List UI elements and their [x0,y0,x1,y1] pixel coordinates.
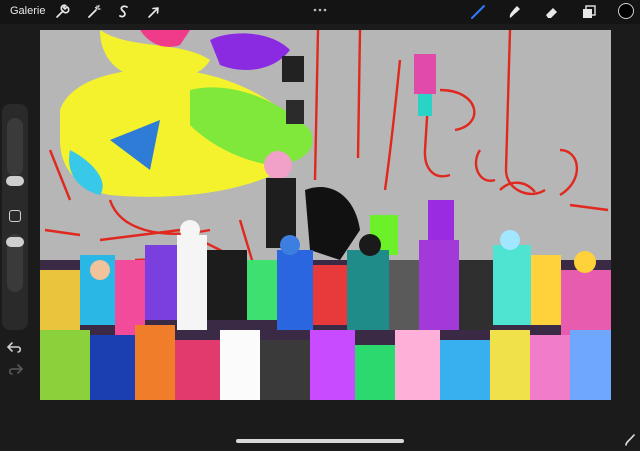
brush-icon[interactable] [470,4,486,20]
opacity-thumb[interactable] [6,237,24,247]
brush-size-thumb[interactable] [6,176,24,186]
square-icon[interactable] [9,210,21,222]
eraser-icon[interactable] [544,4,560,20]
left-sidebar [2,104,28,375]
layers-icon[interactable] [581,4,597,20]
magic-wand-icon[interactable] [86,4,102,20]
undo-arrow-icon[interactable] [6,340,24,354]
smudge-icon[interactable] [506,4,522,20]
drawing-canvas[interactable] [40,30,611,400]
quickmenu-brush-icon[interactable] [624,433,636,446]
color-picker-button[interactable] [618,3,634,19]
arrow-cursor-icon[interactable] [146,4,162,20]
home-indicator [236,439,404,443]
brush-size-slider[interactable] [7,118,23,176]
selection-s-icon[interactable] [116,4,132,20]
gallery-button[interactable]: Galerie [10,5,45,17]
top-toolbar: Galerie [0,0,640,24]
more-dots-icon[interactable] [312,2,328,12]
artwork [40,30,611,400]
purple-creature-hair [210,33,290,70]
redo-arrow-icon[interactable] [6,362,24,376]
wrench-icon[interactable] [54,4,70,20]
